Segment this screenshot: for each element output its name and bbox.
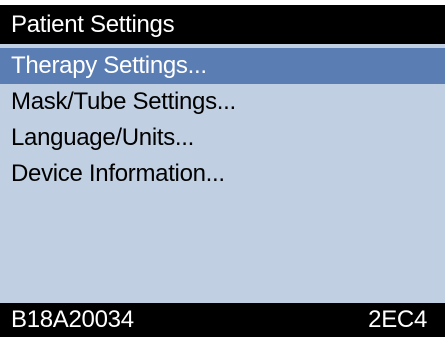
device-screen: Patient Settings Therapy Settings... Mas… [0, 5, 445, 337]
menu-item-device-information[interactable]: Device Information... [0, 156, 445, 192]
menu-item-language-units[interactable]: Language/Units... [0, 120, 445, 156]
menu-item-therapy-settings[interactable]: Therapy Settings... [0, 48, 445, 84]
screen-title: Patient Settings [0, 5, 445, 44]
status-code: 2EC4 [368, 306, 427, 333]
serial-number: B18A20034 [11, 306, 134, 333]
settings-menu: Therapy Settings... Mask/Tube Settings..… [0, 48, 445, 192]
menu-item-mask-tube-settings[interactable]: Mask/Tube Settings... [0, 84, 445, 120]
status-bar: B18A20034 2EC4 [0, 303, 445, 337]
